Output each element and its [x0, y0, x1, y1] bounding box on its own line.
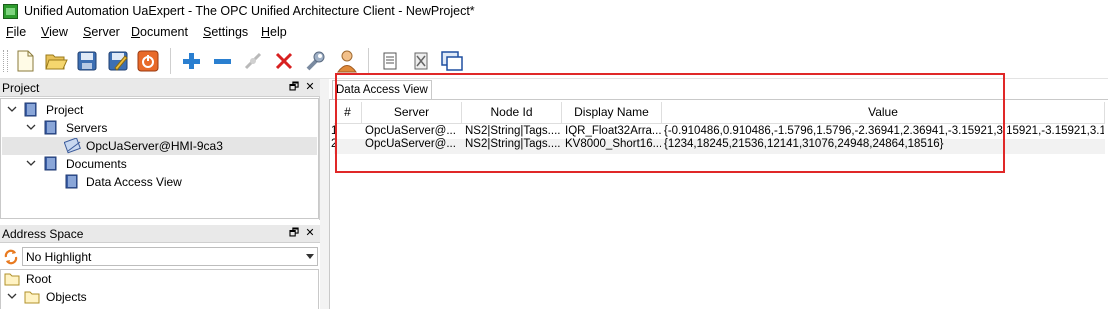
toolbar-separator [170, 48, 171, 74]
dropdown-arrow-icon [306, 254, 314, 259]
tree-label: Servers [66, 121, 108, 135]
new-project-icon[interactable] [12, 48, 38, 74]
tree-item-data-access-view[interactable]: Data Access View [2, 173, 317, 191]
menu-document[interactable]: Document [131, 25, 188, 39]
address-space-dock: Address Space 🗗 ✕ No Highlight Root Obje… [0, 225, 320, 309]
tree-item-server-selected[interactable]: OpcUaServer@HMI-9ca3 [2, 137, 317, 155]
server-connection-icon [64, 138, 81, 154]
project-dock-title: Project [2, 81, 40, 95]
float-dock-icon[interactable]: 🗗 [287, 226, 301, 240]
exit-icon[interactable] [135, 48, 161, 74]
toolbar-separator [368, 48, 369, 74]
folder-icon [4, 273, 20, 286]
tree-label: Project [46, 103, 84, 117]
dock-splitter[interactable] [320, 79, 329, 309]
highlight-select-value: No Highlight [26, 250, 92, 264]
address-space-title: Address Space [2, 227, 84, 241]
tree-item-objects[interactable]: Objects [2, 288, 317, 306]
window-layout-icon[interactable] [439, 48, 465, 74]
annotation-highlight-box [335, 73, 1005, 173]
address-tree: Root Objects [0, 269, 319, 309]
chevron-down-icon[interactable] [26, 122, 36, 132]
tree-label: Data Access View [86, 175, 182, 189]
add-document-icon[interactable] [377, 48, 403, 74]
chevron-down-icon[interactable] [7, 104, 17, 114]
project-tree: Project Servers OpcUaServer@HMI-9ca3 Doc… [0, 98, 319, 219]
open-project-icon[interactable] [43, 48, 69, 74]
folder-book-icon [44, 120, 57, 135]
folder-icon [24, 291, 40, 304]
project-book-icon [24, 102, 37, 117]
menu-server[interactable]: Server [83, 25, 120, 39]
highlight-bar: No Highlight [0, 246, 319, 267]
tree-item-documents[interactable]: Documents [2, 155, 317, 173]
save-project-icon[interactable] [74, 48, 100, 74]
toolbar-grip[interactable] [3, 50, 8, 72]
chevron-down-icon[interactable] [26, 158, 36, 168]
close-dock-icon[interactable]: ✕ [303, 226, 317, 240]
menu-help[interactable]: Help [261, 25, 287, 39]
tree-label: Objects [46, 290, 87, 304]
menu-file[interactable]: File [6, 25, 26, 39]
menu-view[interactable]: View [41, 25, 68, 39]
menu-bar: File View Server Document Settings Help [0, 23, 1108, 43]
folder-book-icon [44, 156, 57, 171]
tree-item-servers[interactable]: Servers [2, 119, 317, 137]
disconnect-icon[interactable] [271, 48, 297, 74]
tree-label: Root [26, 272, 52, 286]
project-dock-titlebar: Project 🗗 ✕ [0, 79, 320, 97]
user-icon[interactable] [334, 48, 360, 74]
settings-wrench-icon[interactable] [302, 48, 328, 74]
add-server-icon[interactable] [178, 48, 204, 74]
close-dock-icon[interactable]: ✕ [303, 80, 317, 94]
document-book-icon [65, 174, 78, 189]
window-title: Unified Automation UaExpert - The OPC Un… [24, 4, 475, 18]
project-dock: Project 🗗 ✕ Project Servers OpcUaServer@… [0, 79, 320, 220]
connect-icon[interactable] [240, 48, 266, 74]
menu-settings[interactable]: Settings [203, 25, 248, 39]
remove-server-icon[interactable] [209, 48, 235, 74]
tree-label: Documents [66, 157, 127, 171]
save-as-icon[interactable] [105, 48, 131, 74]
refresh-icon[interactable] [3, 249, 19, 265]
float-dock-icon[interactable]: 🗗 [287, 80, 301, 94]
title-bar: Unified Automation UaExpert - The OPC Un… [0, 0, 1108, 23]
tree-item-project[interactable]: Project [2, 101, 317, 119]
tree-label: OpcUaServer@HMI-9ca3 [86, 139, 223, 153]
highlight-select[interactable]: No Highlight [22, 247, 318, 266]
tree-item-root[interactable]: Root [2, 270, 317, 288]
remove-document-icon[interactable] [408, 48, 434, 74]
app-logo-icon [3, 4, 18, 19]
address-space-titlebar: Address Space 🗗 ✕ [0, 225, 320, 243]
chevron-down-icon[interactable] [7, 291, 17, 301]
